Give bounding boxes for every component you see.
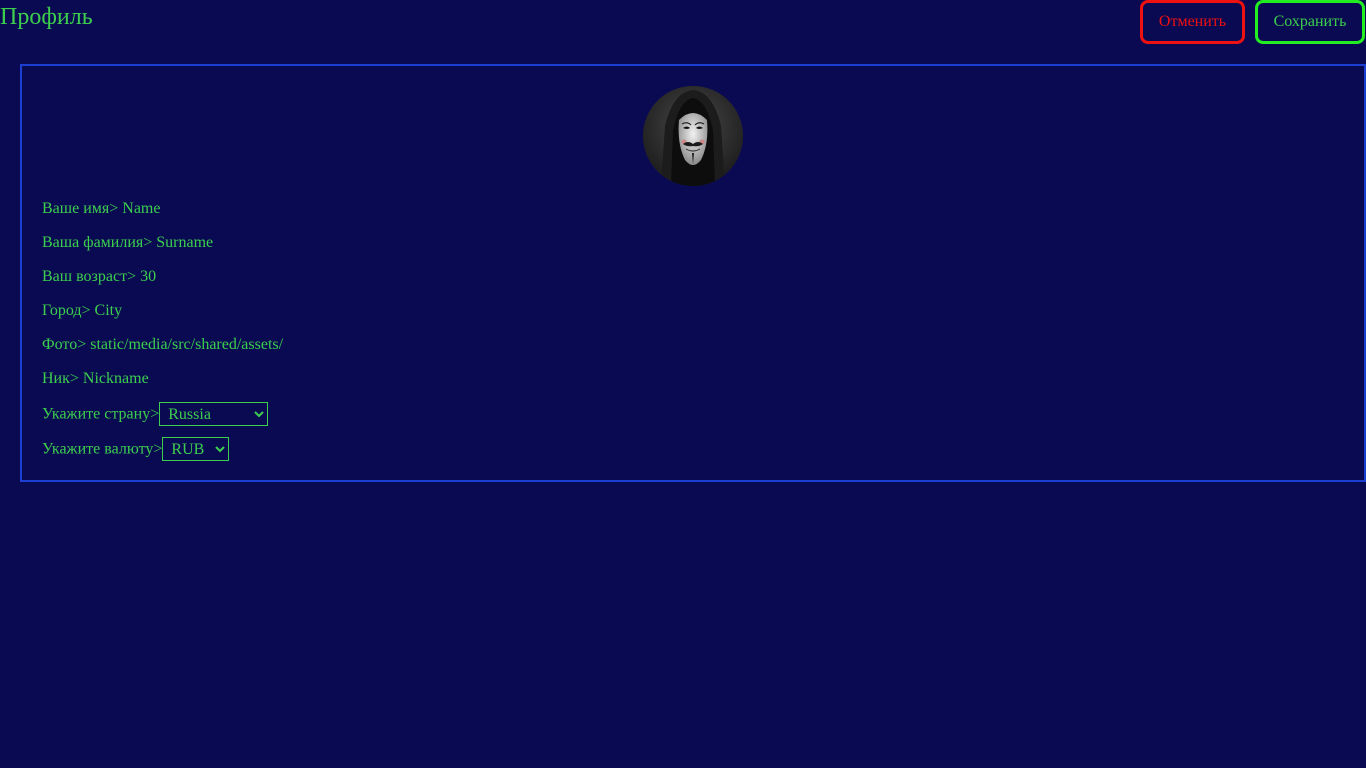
avatar [643, 86, 743, 186]
currency-label: Укажите валюту> [42, 440, 163, 458]
save-button[interactable]: Сохранить [1255, 0, 1365, 44]
first-name-field: Ваше имя> Name [42, 199, 160, 219]
city-field: Город> City [42, 301, 122, 321]
country-label: Укажите страну> [42, 405, 160, 423]
cancel-button[interactable]: Отменить [1140, 0, 1245, 44]
surname-field: Ваша фамилия> Surname [42, 233, 213, 253]
photo-label: Фото> [42, 336, 87, 353]
currency-select[interactable]: RUB [162, 437, 230, 461]
surname-label: Ваша фамилия> [42, 234, 153, 251]
city-value: City [94, 302, 123, 319]
nickname-value: Nickname [82, 370, 149, 387]
age-label: Ваш возраст> [42, 268, 137, 285]
photo-field: Фото> static/media/src/shared/assets/ [42, 335, 283, 355]
photo-value: static/media/src/shared/assets/ [90, 336, 284, 353]
country-select[interactable]: Russia [159, 402, 269, 426]
first-name-value: Name [122, 200, 161, 217]
nickname-label: Ник> [42, 370, 79, 387]
first-name-label: Ваше имя> [42, 200, 119, 217]
country-field: Укажите страну> Russia [42, 402, 269, 427]
surname-value: Surname [156, 234, 214, 251]
currency-field: Укажите валюту> RUB [42, 437, 230, 462]
nickname-field: Ник> Nickname [42, 369, 149, 389]
age-value: 30 [140, 268, 157, 285]
age-field: Ваш возраст> 30 [42, 267, 156, 287]
city-label: Город> [42, 302, 91, 319]
avatar-image [643, 86, 743, 186]
page-title: Профиль [0, 4, 93, 30]
profile-card: Ваше имя> Name Ваша фамилия> Surname Ваш в… [20, 64, 1366, 482]
